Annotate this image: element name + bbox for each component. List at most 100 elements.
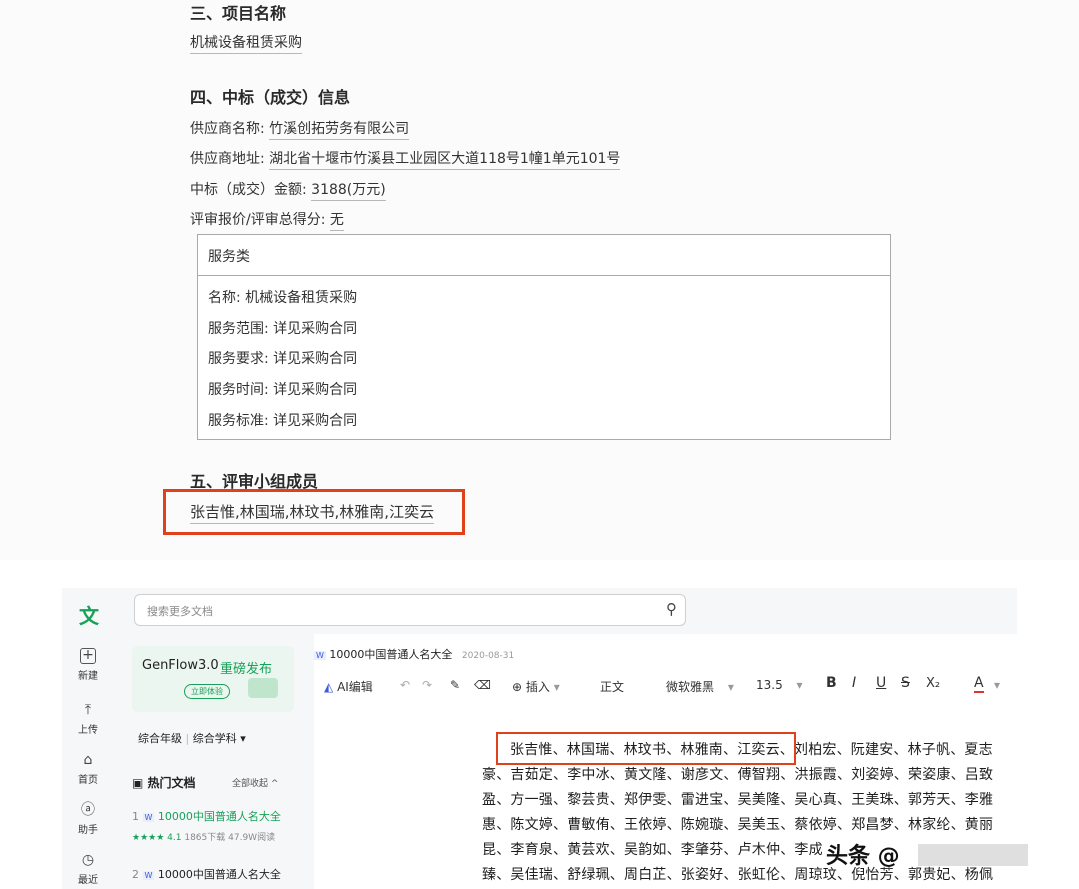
bold-button[interactable]: B bbox=[826, 675, 837, 691]
word-doc-icon: W bbox=[314, 651, 326, 660]
score-line: 评审报价/评审总得分: 无 bbox=[190, 209, 344, 231]
rail-home-label: 首页 bbox=[78, 775, 98, 786]
names-line-4: 惠、陈文婷、曹敏侑、王依婷、陈婉璇、吴美玉、蔡依婷、郑昌梦、林家纶、黄丽 bbox=[482, 817, 994, 833]
rail-home-button[interactable]: ⌂ 首页 bbox=[62, 752, 114, 786]
banner-illustration-icon bbox=[248, 678, 278, 698]
clock-icon: ◷ bbox=[81, 852, 95, 868]
filter-subject[interactable]: 综合学科 bbox=[193, 732, 237, 745]
ai-edit-button[interactable]: ◭ AI编辑 bbox=[324, 678, 373, 695]
font-label: 微软雅黑 bbox=[666, 680, 715, 694]
hot-docs-title: 热门文档 bbox=[147, 776, 196, 790]
chevron-up-icon: ^ bbox=[270, 779, 279, 789]
strikethrough-button[interactable]: S bbox=[901, 675, 910, 691]
filter-bar: 综合年级 | 综合学科 ▾ bbox=[138, 732, 246, 745]
section3-heading: 三、项目名称 bbox=[190, 4, 287, 23]
rail-recent-label: 最近 bbox=[78, 875, 98, 886]
ai-edit-label: AI编辑 bbox=[337, 680, 373, 694]
assistant-icon: ⓐ bbox=[81, 802, 95, 818]
font-size-select[interactable]: 13.5 ▾ bbox=[756, 678, 803, 692]
hot-doc-index: 1 bbox=[132, 810, 139, 823]
insert-label: 插入 bbox=[525, 680, 550, 694]
italic-button[interactable]: I bbox=[852, 675, 856, 691]
chevron-down-icon: ▾ bbox=[553, 680, 560, 694]
doc-header: W 10000中国普通人名大全 2020-08-31 bbox=[314, 646, 514, 662]
service-row-requirement: 服务要求: 详见采购合同 bbox=[208, 351, 358, 367]
insert-menu[interactable]: ⊕ 插入 ▾ bbox=[512, 678, 560, 695]
section4-heading: 四、中标（成交）信息 bbox=[190, 88, 351, 107]
search-placeholder: 搜索更多文档 bbox=[147, 605, 213, 618]
chevron-down-icon[interactable]: ▾ bbox=[994, 678, 1000, 692]
project-name-line: 机械设备租赁采购 bbox=[190, 32, 302, 54]
watermark-blur bbox=[918, 844, 1028, 866]
rail-recent-button[interactable]: ◷ 最近 bbox=[62, 852, 114, 886]
filter-grade[interactable]: 综合年级 bbox=[138, 732, 182, 745]
read-count: 47.9W阅读 bbox=[228, 833, 276, 843]
hot-doc-item-1[interactable]: 1 W 10000中国普通人名大全 bbox=[132, 808, 281, 824]
undo-icon[interactable]: ↶ bbox=[400, 678, 410, 692]
rating-stars: ★★★★ bbox=[132, 833, 165, 843]
service-box-header: 服务类 bbox=[198, 235, 890, 276]
hot-docs-icon: ▣ bbox=[132, 776, 144, 790]
chevron-down-icon[interactable]: ▾ bbox=[240, 732, 246, 745]
amount-line: 中标（成交）金额: 3188(万元) bbox=[190, 179, 386, 201]
promo-banner[interactable]: GenFlow3.0 重磅发布 立即体验 bbox=[132, 646, 294, 712]
word-doc-icon: W bbox=[142, 871, 155, 880]
rail-new-label: 新建 bbox=[78, 671, 98, 682]
rail-assistant-button[interactable]: ⓐ 助手 bbox=[62, 802, 114, 836]
search-input[interactable]: 搜索更多文档 ⚲ bbox=[134, 594, 686, 626]
announcement-document: 三、项目名称 机械设备租赁采购 四、中标（成交）信息 供应商名称: 竹溪创拓劳务… bbox=[0, 0, 1079, 560]
redo-icon[interactable]: ↷ bbox=[422, 678, 432, 692]
search-icon[interactable]: ⚲ bbox=[666, 600, 677, 618]
home-icon: ⌂ bbox=[83, 752, 93, 768]
members-highlight-box bbox=[163, 489, 465, 535]
subscript-button[interactable]: X₂ bbox=[926, 676, 940, 691]
names-highlight-box bbox=[496, 732, 796, 765]
hot-doc-title: 10000中国普通人名大全 bbox=[157, 810, 281, 823]
rail-assistant-label: 助手 bbox=[78, 825, 98, 836]
font-select[interactable]: 微软雅黑 ▾ bbox=[666, 678, 734, 695]
ai-icon: ◭ bbox=[324, 680, 334, 694]
download-count: 1865下载 bbox=[184, 833, 226, 843]
hot-doc-meta: ★★★★ 4.1 1865下载 47.9W阅读 bbox=[132, 830, 275, 843]
names-line-5: 昆、李育泉、黄芸欢、吴韵如、李肇芬、卢木仲、李成 bbox=[482, 842, 823, 858]
service-box: 服务类 名称: 机械设备租赁采购 服务范围: 详见采购合同 服务要求: 详见采购… bbox=[197, 234, 891, 440]
insert-plus-icon: ⊕ bbox=[512, 680, 523, 694]
score-label: 评审报价/评审总得分: bbox=[190, 212, 326, 228]
underline-button[interactable]: U bbox=[876, 675, 886, 691]
collapse-all-button[interactable]: 全部收起 ^ bbox=[232, 776, 278, 789]
service-row-name: 名称: 机械设备租赁采购 bbox=[208, 290, 358, 306]
names-line-2: 豪、吉茹定、李中冰、黄文隆、谢彦文、傅智翔、洪振霞、刘姿婷、荣姿康、吕致 bbox=[482, 767, 994, 783]
project-name-value: 机械设备租赁采购 bbox=[190, 35, 302, 54]
supplier-name-value: 竹溪创拓劳务有限公司 bbox=[269, 121, 410, 140]
left-rail: 文 + 新建 ⤒ 上传 ⌂ 首页 ⓐ 助手 ◷ 最近 bbox=[62, 588, 114, 889]
banner-highlight: 重磅发布 bbox=[220, 662, 273, 677]
hot-doc-index: 2 bbox=[132, 868, 139, 881]
banner-try-button[interactable]: 立即体验 bbox=[184, 684, 230, 699]
upload-icon: ⤒ bbox=[84, 702, 92, 718]
hot-doc-item-2[interactable]: 2 W 10000中国普通人名大全 bbox=[132, 866, 281, 882]
hot-docs-header: ▣ 热门文档 bbox=[132, 774, 196, 791]
score-value: 无 bbox=[329, 212, 344, 231]
service-row-time: 服务时间: 详见采购合同 bbox=[208, 382, 358, 398]
service-box-title: 服务类 bbox=[208, 249, 250, 265]
supplier-address-label: 供应商地址: bbox=[190, 151, 265, 167]
supplier-address-line: 供应商地址: 湖北省十堰市竹溪县工业园区大道118号1幢1单元101号 bbox=[190, 148, 621, 170]
app-logo-icon: 文 bbox=[79, 604, 99, 628]
chevron-down-icon: ▾ bbox=[727, 680, 734, 694]
rail-upload-label: 上传 bbox=[78, 725, 98, 736]
rail-upload-button[interactable]: ⤒ 上传 bbox=[62, 702, 114, 736]
font-color-button[interactable]: A bbox=[974, 675, 984, 693]
chevron-down-icon: ▾ bbox=[796, 678, 803, 692]
amount-label: 中标（成交）金额: bbox=[190, 182, 307, 198]
supplier-address-value: 湖北省十堰市竹溪县工业园区大道118号1幢1单元101号 bbox=[269, 151, 621, 170]
rating-value: 4.1 bbox=[167, 833, 182, 843]
font-size-label: 13.5 bbox=[756, 678, 783, 692]
plus-icon: + bbox=[80, 648, 96, 664]
supplier-name-line: 供应商名称: 竹溪创拓劳务有限公司 bbox=[190, 118, 410, 140]
eraser-icon[interactable]: ⌫ bbox=[474, 678, 491, 692]
rail-new-button[interactable]: + 新建 bbox=[62, 648, 114, 682]
supplier-name-label: 供应商名称: bbox=[190, 121, 265, 137]
watermark-text: 头条 @ bbox=[826, 844, 900, 869]
format-painter-icon[interactable]: ✎ bbox=[450, 678, 460, 692]
style-select[interactable]: 正文 bbox=[600, 678, 624, 695]
